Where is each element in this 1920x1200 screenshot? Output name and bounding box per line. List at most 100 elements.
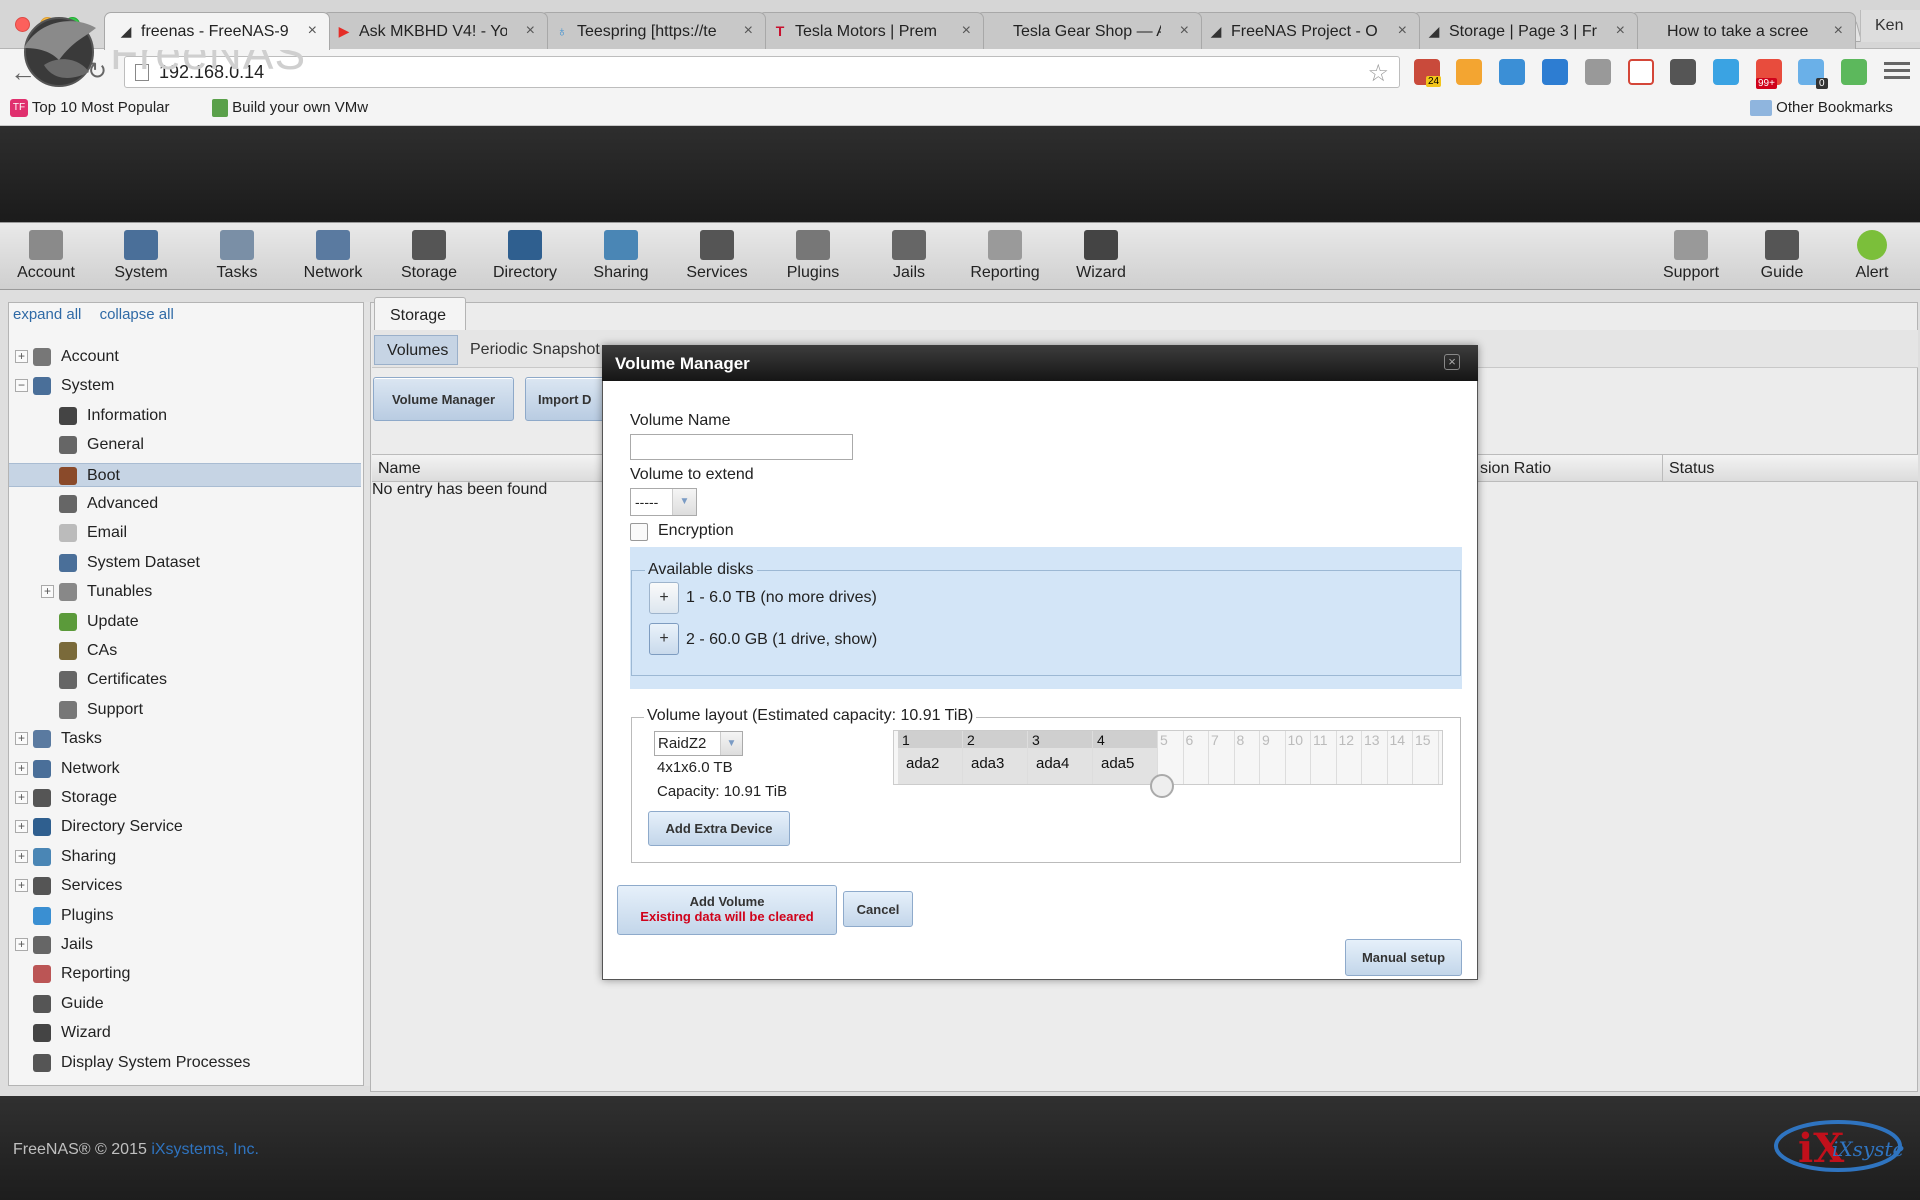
browser-tab[interactable]: Tesla Gear Shop — A × [976, 12, 1202, 49]
grid-column[interactable]: 10 [1286, 731, 1311, 784]
bookmark-star-icon[interactable]: ☆ [1367, 59, 1389, 88]
tab-close-icon[interactable]: × [1180, 22, 1189, 40]
tree-item-plugins[interactable]: Plugins [9, 904, 361, 928]
browser-tab[interactable]: ◢ freenas - FreeNAS-9 × [104, 12, 330, 50]
expand-node-icon[interactable]: + [41, 585, 54, 599]
grid-column[interactable]: 12 [1337, 731, 1362, 784]
extension-icon-5[interactable] [1585, 59, 1611, 85]
tab-close-icon[interactable]: × [744, 22, 753, 40]
expand-node-icon[interactable]: + [15, 820, 28, 834]
tree-item-support[interactable]: Support [9, 698, 361, 722]
grid-column[interactable]: 3 ada4 [1028, 731, 1093, 784]
expand-node-icon[interactable]: + [15, 938, 28, 951]
add-volume-button[interactable]: Add Volume Existing data will be cleared [617, 885, 837, 935]
collapse-all-link[interactable]: collapse all [100, 306, 174, 323]
gmail-icon[interactable] [1628, 59, 1654, 85]
tree-item-reporting[interactable]: Reporting [9, 962, 361, 986]
tree-item-boot[interactable]: Boot [9, 462, 361, 487]
add-extra-device-button[interactable]: Add Extra Device [648, 811, 790, 846]
tree-item-directory-service[interactable]: + Directory Service [9, 815, 361, 839]
extension-icon-7[interactable] [1670, 59, 1696, 85]
tab-close-icon[interactable]: × [526, 22, 535, 40]
tree-item-advanced[interactable]: Advanced [9, 492, 361, 516]
browser-tab[interactable]: T Tesla Motors | Prem × [758, 12, 984, 49]
volume-manager-button[interactable]: Volume Manager [373, 377, 514, 421]
ixsystems-link[interactable]: iXsystems, Inc. [151, 1141, 259, 1158]
volume-to-extend-select[interactable]: ----- ▼ [630, 488, 697, 516]
grid-column[interactable]: 14 [1388, 731, 1413, 784]
tree-item-general[interactable]: General [9, 433, 361, 457]
toolbar-tasks-button[interactable]: Tasks [191, 230, 283, 290]
extension-icon-11[interactable] [1841, 59, 1867, 85]
assigned-disk[interactable]: ada5 [1101, 755, 1134, 772]
grid-resize-handle[interactable] [1150, 774, 1174, 798]
toolbar-storage-button[interactable]: Storage [383, 230, 475, 290]
tree-item-storage[interactable]: + Storage [9, 786, 361, 810]
assigned-disk[interactable]: ada2 [906, 755, 939, 772]
toolbar-directory-button[interactable]: Directory [479, 230, 571, 290]
bookmark-top10[interactable]: TF Top 10 Most Popular [10, 99, 169, 118]
expand-node-icon[interactable]: + [15, 849, 28, 863]
toolbar-jails-button[interactable]: Jails [863, 230, 955, 290]
toolbar-alert-button[interactable]: Alert [1826, 230, 1918, 290]
toolbar-guide-button[interactable]: Guide [1736, 230, 1828, 290]
browser-tab[interactable]: ◢ FreeNAS Project - O × [1194, 12, 1420, 49]
grid-column[interactable]: 13 [1362, 731, 1388, 784]
toolbar-account-button[interactable]: Account [0, 230, 92, 290]
other-bookmarks[interactable]: Other Bookmarks [1750, 99, 1893, 117]
expand-node-icon[interactable]: + [15, 879, 28, 893]
bookmark-vmware[interactable]: Build your own VMw [212, 99, 368, 118]
raid-type-select[interactable]: RaidZ2 ▼ [654, 731, 743, 756]
download-icon[interactable] [1542, 59, 1568, 85]
tab-close-icon[interactable]: × [308, 22, 317, 40]
tree-item-certificates[interactable]: Certificates [9, 668, 361, 692]
cancel-button[interactable]: Cancel [843, 891, 913, 927]
subtab-periodic-snapshot[interactable]: Periodic Snapshot [470, 341, 600, 359]
browser-menu-icon[interactable] [1884, 58, 1910, 84]
toolbar-services-button[interactable]: Services [671, 230, 763, 290]
tab-close-icon[interactable]: × [962, 22, 971, 40]
tree-item-account[interactable]: + Account [9, 345, 361, 369]
grid-column[interactable]: 1 ada2 [898, 731, 963, 784]
extension-icon-8[interactable] [1713, 59, 1739, 85]
tree-item-tunables[interactable]: + Tunables [9, 580, 361, 604]
grid-column[interactable]: 7 [1209, 731, 1235, 784]
encryption-checkbox[interactable] [630, 523, 648, 541]
grid-column[interactable]: 6 [1184, 731, 1209, 784]
expand-node-icon[interactable]: + [15, 761, 28, 775]
tree-item-guide[interactable]: Guide [9, 992, 361, 1016]
toolbar-system-button[interactable]: System [95, 230, 187, 290]
expand-node-icon[interactable]: + [15, 732, 28, 746]
column-compression-ratio[interactable]: sion Ratio [1480, 460, 1551, 478]
tree-item-services[interactable]: + Services [9, 874, 361, 898]
tree-item-sharing[interactable]: + Sharing [9, 845, 361, 869]
tree-item-cas[interactable]: CAs [9, 639, 361, 663]
tab-close-icon[interactable]: × [1616, 22, 1625, 40]
browser-tab[interactable]: ◢ Storage | Page 3 | Fr × [1412, 12, 1638, 49]
expand-node-icon[interactable]: + [15, 791, 28, 804]
extension-icon-3[interactable] [1499, 59, 1525, 85]
grid-column[interactable]: 4 ada5 [1093, 731, 1158, 784]
expand-node-icon[interactable]: + [15, 350, 28, 363]
toolbar-network-button[interactable]: Network [287, 230, 379, 290]
grid-column[interactable]: 2 ada3 [963, 731, 1028, 784]
assigned-disk[interactable]: ada3 [971, 755, 1004, 772]
tree-item-wizard[interactable]: Wizard [9, 1021, 361, 1045]
toolbar-wizard-button[interactable]: Wizard [1055, 230, 1147, 290]
extension-icon-2[interactable] [1456, 59, 1482, 85]
collapse-node-icon[interactable]: − [15, 379, 28, 393]
tab-close-icon[interactable]: × [1398, 22, 1407, 40]
browser-tab[interactable]: How to take a scree × [1630, 12, 1856, 49]
toolbar-sharing-button[interactable]: Sharing [575, 230, 667, 290]
volume-name-input[interactable] [630, 434, 853, 460]
add-disk-group-2-button[interactable]: + [649, 623, 679, 655]
tree-item-system[interactable]: − System [9, 374, 361, 398]
subtab-volumes[interactable]: Volumes [374, 335, 458, 365]
tab-storage[interactable]: Storage [374, 297, 466, 330]
toolbar-reporting-button[interactable]: Reporting [959, 230, 1051, 290]
dialog-close-icon[interactable]: × [1444, 354, 1460, 370]
profile-button[interactable]: Ken [1860, 10, 1920, 42]
grid-column[interactable]: 15 [1413, 731, 1439, 784]
grid-column[interactable]: 11 [1311, 731, 1337, 784]
manual-setup-button[interactable]: Manual setup [1345, 939, 1462, 976]
